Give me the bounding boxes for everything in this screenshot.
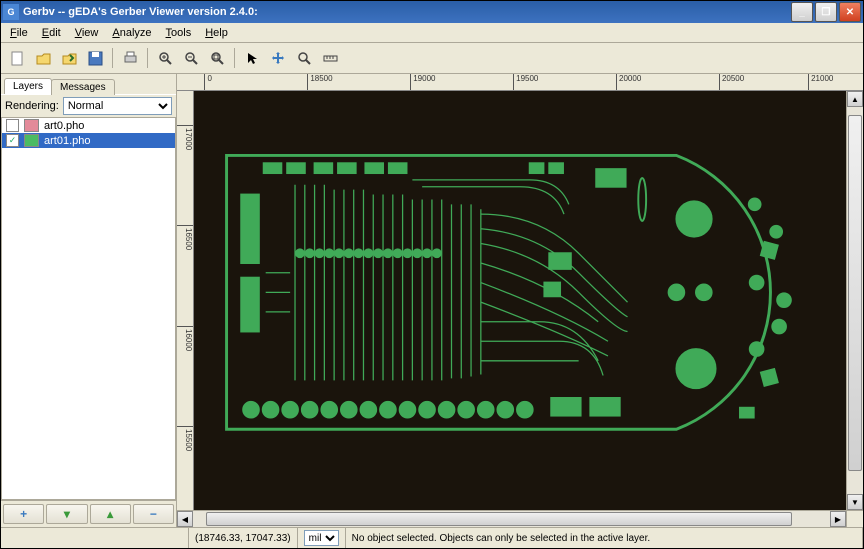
pan-tool-button[interactable] xyxy=(266,46,290,70)
revert-button[interactable] xyxy=(57,46,81,70)
ruler-vertical: 17000 16500 16000 15500 xyxy=(177,91,194,510)
save-button[interactable] xyxy=(83,46,107,70)
pointer-icon xyxy=(245,51,260,66)
status-coordinates: (18746.33, 17047.33) xyxy=(189,528,298,548)
menu-bar: File Edit View Analyze Tools Help xyxy=(1,23,863,43)
pan-icon xyxy=(271,51,286,66)
tab-messages[interactable]: Messages xyxy=(51,79,115,95)
layer-color-swatch[interactable] xyxy=(24,119,39,132)
zoom-out-icon xyxy=(184,51,199,66)
layer-name: art01.pho xyxy=(44,135,90,147)
rendering-select[interactable]: Normal xyxy=(63,97,172,115)
zoom-fit-button[interactable] xyxy=(205,46,229,70)
canvas-area: 0 18500 19000 19500 20000 20500 21000 21… xyxy=(177,74,863,527)
ruler-horizontal: 0 18500 19000 19500 20000 20500 21000 21… xyxy=(177,74,863,91)
title-bar[interactable]: G Gerbv -- gEDA's Gerber Viewer version … xyxy=(1,1,863,23)
scroll-up-button[interactable]: ▲ xyxy=(847,91,863,107)
gerber-canvas[interactable] xyxy=(194,91,846,510)
rendering-label: Rendering: xyxy=(5,100,59,112)
zoom-in-icon xyxy=(158,51,173,66)
revert-icon xyxy=(62,51,77,66)
app-window: G Gerbv -- gEDA's Gerber Viewer version … xyxy=(0,0,864,549)
status-message: No object selected. Objects can only be … xyxy=(346,528,863,548)
scroll-left-button[interactable]: ◀ xyxy=(177,511,193,527)
new-icon xyxy=(10,51,25,66)
app-icon: G xyxy=(3,4,19,20)
minimize-button[interactable]: _ xyxy=(791,2,813,22)
menu-view[interactable]: View xyxy=(68,26,106,40)
tab-layers[interactable]: Layers xyxy=(4,78,52,94)
menu-tools[interactable]: Tools xyxy=(159,26,199,40)
layer-name: art0.pho xyxy=(44,120,84,132)
measure-icon xyxy=(323,51,338,66)
zoom-fit-icon xyxy=(210,51,225,66)
save-icon xyxy=(88,51,103,66)
open-button[interactable] xyxy=(31,46,55,70)
layer-color-swatch[interactable] xyxy=(24,134,39,147)
zoom-tool-icon xyxy=(297,51,312,66)
status-bar: (18746.33, 17047.33) mil No object selec… xyxy=(1,527,863,548)
layer-row-1[interactable]: ✓ art01.pho xyxy=(2,133,175,148)
menu-edit[interactable]: Edit xyxy=(35,26,68,40)
print-icon xyxy=(123,51,138,66)
layer-list[interactable]: art0.pho ✓ art01.pho xyxy=(1,117,176,500)
menu-help[interactable]: Help xyxy=(198,26,235,40)
close-button[interactable]: ✕ xyxy=(839,2,861,22)
zoom-in-button[interactable] xyxy=(153,46,177,70)
layer-visibility-checkbox[interactable] xyxy=(6,119,19,132)
zoom-out-button[interactable] xyxy=(179,46,203,70)
vertical-scrollbar[interactable]: ▲ ▼ xyxy=(846,91,863,510)
sidebar-tabs: Layers Messages xyxy=(1,74,176,94)
horizontal-scrollbar[interactable]: ◀ ▶ xyxy=(177,510,863,527)
pcb-render xyxy=(207,108,833,477)
print-button[interactable] xyxy=(118,46,142,70)
units-select[interactable]: mil xyxy=(304,530,339,546)
window-title: Gerbv -- gEDA's Gerber Viewer version 2.… xyxy=(23,6,791,18)
menu-analyze[interactable]: Analyze xyxy=(105,26,158,40)
sidebar: Layers Messages Rendering: Normal art0.p… xyxy=(1,74,177,527)
new-button[interactable] xyxy=(5,46,29,70)
layer-row-0[interactable]: art0.pho xyxy=(2,118,175,133)
move-layer-down-button[interactable]: ▾ xyxy=(46,504,87,524)
zoom-tool-button[interactable] xyxy=(292,46,316,70)
measure-tool-button[interactable] xyxy=(318,46,342,70)
open-icon xyxy=(36,51,51,66)
move-layer-up-button[interactable]: ▴ xyxy=(90,504,131,524)
menu-file[interactable]: File xyxy=(3,26,35,40)
pointer-tool-button[interactable] xyxy=(240,46,264,70)
scroll-down-button[interactable]: ▼ xyxy=(847,494,863,510)
layer-visibility-checkbox[interactable]: ✓ xyxy=(6,134,19,147)
scroll-right-button[interactable]: ▶ xyxy=(830,511,846,527)
remove-layer-button[interactable]: − xyxy=(133,504,174,524)
toolbar xyxy=(1,43,863,74)
maximize-button[interactable]: ❐ xyxy=(815,2,837,22)
add-layer-button[interactable]: + xyxy=(3,504,44,524)
